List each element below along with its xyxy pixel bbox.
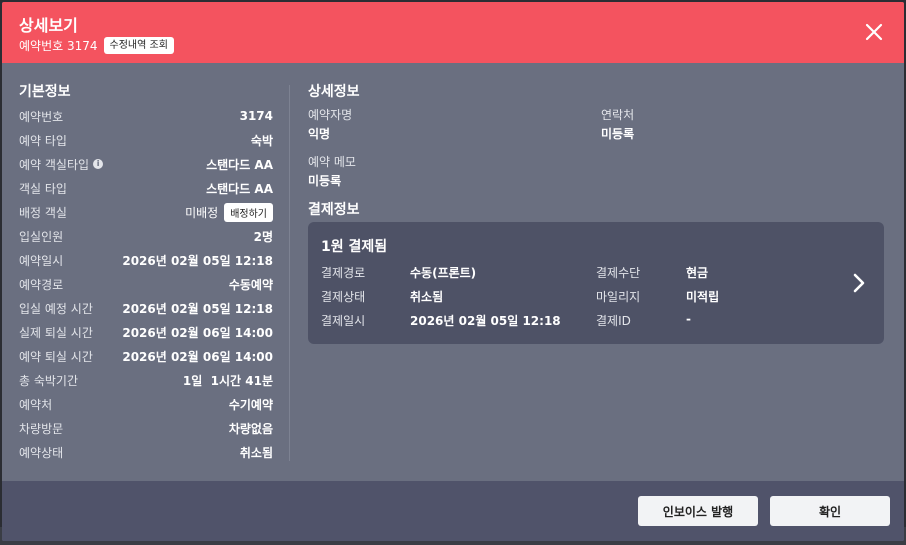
info-row-reservation-datetime: 예약일시 2026년 02월 05일 12:18 [19, 251, 273, 269]
info-row-checkin-time: 입실 예정 시간 2026년 02월 05일 12:18 [19, 299, 273, 317]
row-value: 차량없음 [228, 421, 273, 436]
row-label: 예약처 [19, 397, 53, 412]
info-row-reserved-checkout: 예약 퇴실 시간 2026년 02월 06일 14:00 [19, 347, 273, 365]
row-value: 1일 1시간 41분 [182, 373, 273, 388]
row-value: 2026년 02월 05일 12:18 [122, 301, 273, 316]
info-row-room-type: 객실 타입 스탠다드 AA [19, 179, 273, 197]
chevron-right-icon[interactable] [852, 272, 866, 294]
mileage-label: 마일리지 [596, 290, 641, 304]
row-label-with-icon: 예약 객실타입 i [19, 156, 104, 173]
row-label: 예약 객실타입 [19, 157, 90, 172]
row-label: 배정 객실 [19, 205, 67, 220]
payment-status-label: 결제상태 [321, 290, 366, 304]
row-value: 스탠다드 AA [206, 157, 273, 172]
payment-method-value: 현금 [686, 266, 709, 280]
row-label: 객실 타입 [19, 181, 67, 196]
info-icon[interactable]: i [93, 159, 104, 169]
row-value: 숙박 [250, 133, 273, 148]
row-value: 수기예약 [228, 397, 273, 412]
payment-date-label: 결제일시 [321, 314, 366, 328]
payment-amount: 1원 결제됨 [321, 239, 388, 255]
history-button[interactable]: 수정내역 조회 [103, 37, 174, 54]
reservation-number: 예약번호 3174 [19, 39, 98, 53]
basic-info-section: 기본정보 예약번호 3174 예약 타입 숙박 예약 객실타입 i 스탠다드 A… [19, 81, 273, 460]
contact-value: 미등록 [601, 127, 635, 141]
payment-route-value: 수동(프론트) [410, 266, 477, 280]
close-icon[interactable] [864, 22, 884, 42]
modal-footer: 인보이스 발행 확인 [2, 481, 904, 541]
mileage-value: 미적립 [686, 290, 720, 304]
detail-info-section: 상세정보 예약자명 익명 연락처 미등록 예약 메모 미등록 결제정보 [308, 81, 886, 218]
row-value: 2명 [253, 229, 273, 244]
row-value-group: 미배정 배정하기 [185, 202, 273, 222]
info-row-vehicle: 차량방문 차량없음 [19, 419, 273, 437]
payment-date-value: 2026년 02월 05일 12:18 [410, 314, 561, 328]
reserver-name-value: 익명 [308, 127, 331, 141]
row-label: 예약 타입 [19, 133, 67, 148]
payment-info-title: 결제정보 [308, 202, 360, 218]
info-row-reservation-source: 예약처 수기예약 [19, 395, 273, 413]
assign-room-button[interactable]: 배정하기 [224, 202, 273, 222]
info-row-reservation-type: 예약 타입 숙박 [19, 131, 273, 149]
info-row-reserved-room-type: 예약 객실타입 i 스탠다드 AA [19, 155, 273, 173]
row-value: 2026년 02월 06일 14:00 [122, 325, 273, 340]
info-row-total-stay: 총 숙박기간 1일 1시간 41분 [19, 371, 273, 389]
payment-method-label: 결제수단 [596, 266, 641, 280]
modal-title: 상세보기 [19, 16, 78, 35]
row-label: 예약일시 [19, 253, 64, 268]
payment-route-label: 결제경로 [321, 266, 366, 280]
info-row-reservation-number: 예약번호 3174 [19, 107, 273, 125]
row-label: 입실인원 [19, 229, 64, 244]
modal-header: 상세보기 예약번호 3174 수정내역 조회 [2, 2, 904, 63]
row-value: 수동예약 [228, 277, 273, 292]
row-label: 예약경로 [19, 277, 64, 292]
info-row-actual-checkout: 실제 퇴실 시간 2026년 02월 06일 14:00 [19, 323, 273, 341]
info-row-reservation-route: 예약경로 수동예약 [19, 275, 273, 293]
reserver-name-label: 예약자명 [308, 108, 353, 122]
row-label: 예약 퇴실 시간 [19, 349, 93, 364]
row-label: 차량방문 [19, 421, 64, 436]
row-label: 총 숙박기간 [19, 373, 79, 388]
info-row-assigned-room: 배정 객실 미배정 배정하기 [19, 202, 273, 222]
reservation-number-line: 예약번호 3174 수정내역 조회 [19, 37, 174, 54]
row-value: 스탠다드 AA [206, 181, 273, 196]
row-value: 2026년 02월 06일 14:00 [122, 349, 273, 364]
memo-label: 예약 메모 [308, 155, 356, 169]
memo-value: 미등록 [308, 174, 342, 188]
column-divider [289, 85, 290, 461]
payment-id-label: 결제ID [596, 314, 631, 328]
row-value: 취소됨 [239, 445, 273, 460]
row-label: 예약상태 [19, 445, 64, 460]
row-value: 미배정 [185, 205, 219, 220]
payment-id-value: - [686, 312, 691, 326]
confirm-button[interactable]: 확인 [770, 496, 890, 526]
row-label: 입실 예정 시간 [19, 301, 93, 316]
info-row-reservation-status: 예약상태 취소됨 [19, 443, 273, 461]
row-label: 실제 퇴실 시간 [19, 325, 93, 340]
reservation-detail-modal: 상세보기 예약번호 3174 수정내역 조회 기본정보 예약번호 3174 예약… [2, 2, 904, 541]
detail-info-title: 상세정보 [308, 84, 360, 100]
payment-card[interactable]: 1원 결제됨 결제경로 수동(프론트) 결제수단 현금 결제상태 취소됨 마일리… [308, 222, 884, 344]
payment-status-value: 취소됨 [410, 290, 444, 304]
row-value: 3174 [239, 109, 273, 123]
invoice-button[interactable]: 인보이스 발행 [638, 496, 758, 526]
row-label: 예약번호 [19, 109, 64, 124]
basic-info-title: 기본정보 [19, 84, 71, 100]
row-value: 2026년 02월 05일 12:18 [122, 253, 273, 268]
info-row-guest-count: 입실인원 2명 [19, 227, 273, 245]
contact-label: 연락처 [601, 108, 635, 122]
